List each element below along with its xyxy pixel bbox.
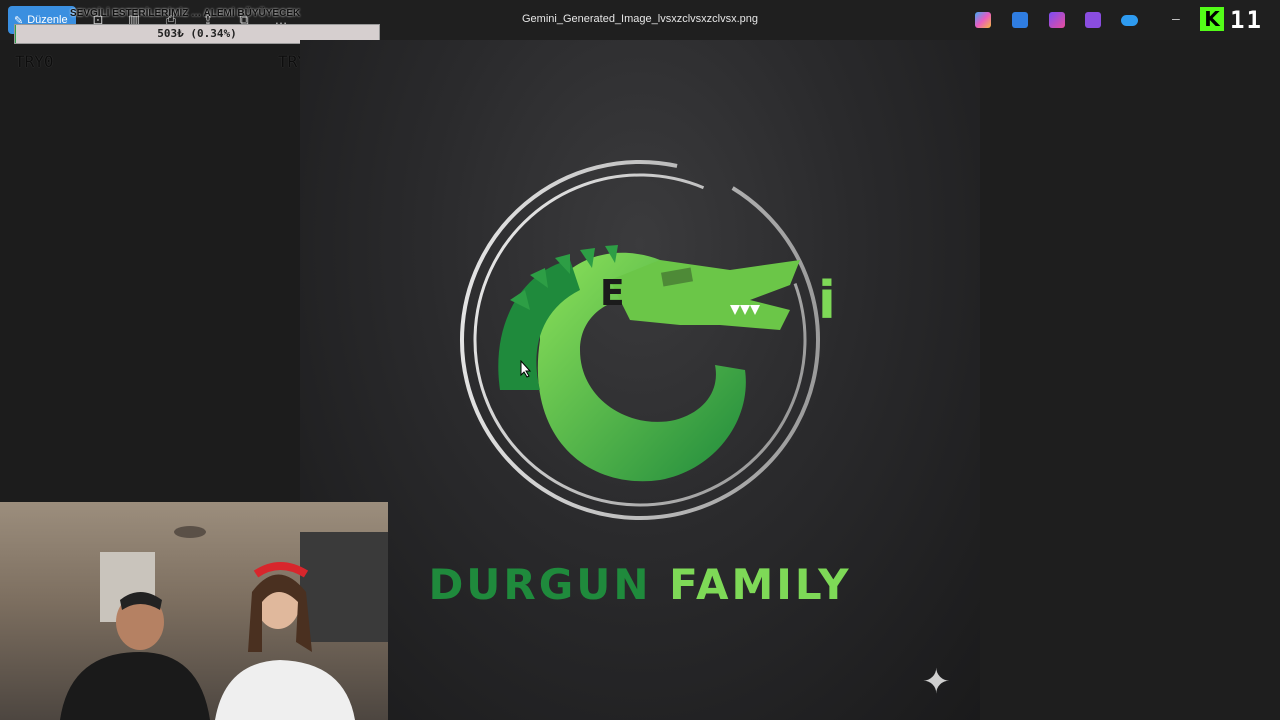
monogram-letter: E bbox=[600, 273, 625, 314]
designer-icon[interactable] bbox=[1049, 12, 1065, 28]
viewer-count: 11 bbox=[1230, 6, 1263, 34]
monogram-suffix: i bbox=[818, 271, 836, 331]
clipchamp-icon[interactable] bbox=[1085, 12, 1101, 28]
minimize-button[interactable]: – bbox=[1172, 10, 1180, 26]
mouse-cursor-icon bbox=[520, 360, 532, 378]
brand-word-1: DURGUN bbox=[428, 560, 652, 609]
image-canvas: E i DURGUN FAMILY ✦ bbox=[300, 40, 980, 720]
edit-app-icon[interactable] bbox=[1012, 12, 1028, 28]
kick-logo: K bbox=[1200, 7, 1224, 31]
copilot-icon[interactable] bbox=[975, 12, 991, 28]
donation-range-min: TRY0 bbox=[15, 52, 54, 71]
onedrive-icon[interactable] bbox=[1121, 15, 1138, 26]
crocodile-logo: E i bbox=[460, 160, 836, 520]
brand-word-2: FAMILY bbox=[669, 560, 852, 609]
right-pane bbox=[980, 40, 1280, 720]
donation-goal-title: SEVGİLİ ESTERİLERİMİZ … ALEMİ BÜYÜYECEK bbox=[70, 8, 301, 19]
brand-title: DURGUN FAMILY bbox=[300, 560, 980, 609]
gemini-sparkle-icon: ✦ bbox=[922, 663, 951, 701]
webcam-feed bbox=[0, 502, 388, 720]
webcam-scene bbox=[60, 526, 388, 720]
